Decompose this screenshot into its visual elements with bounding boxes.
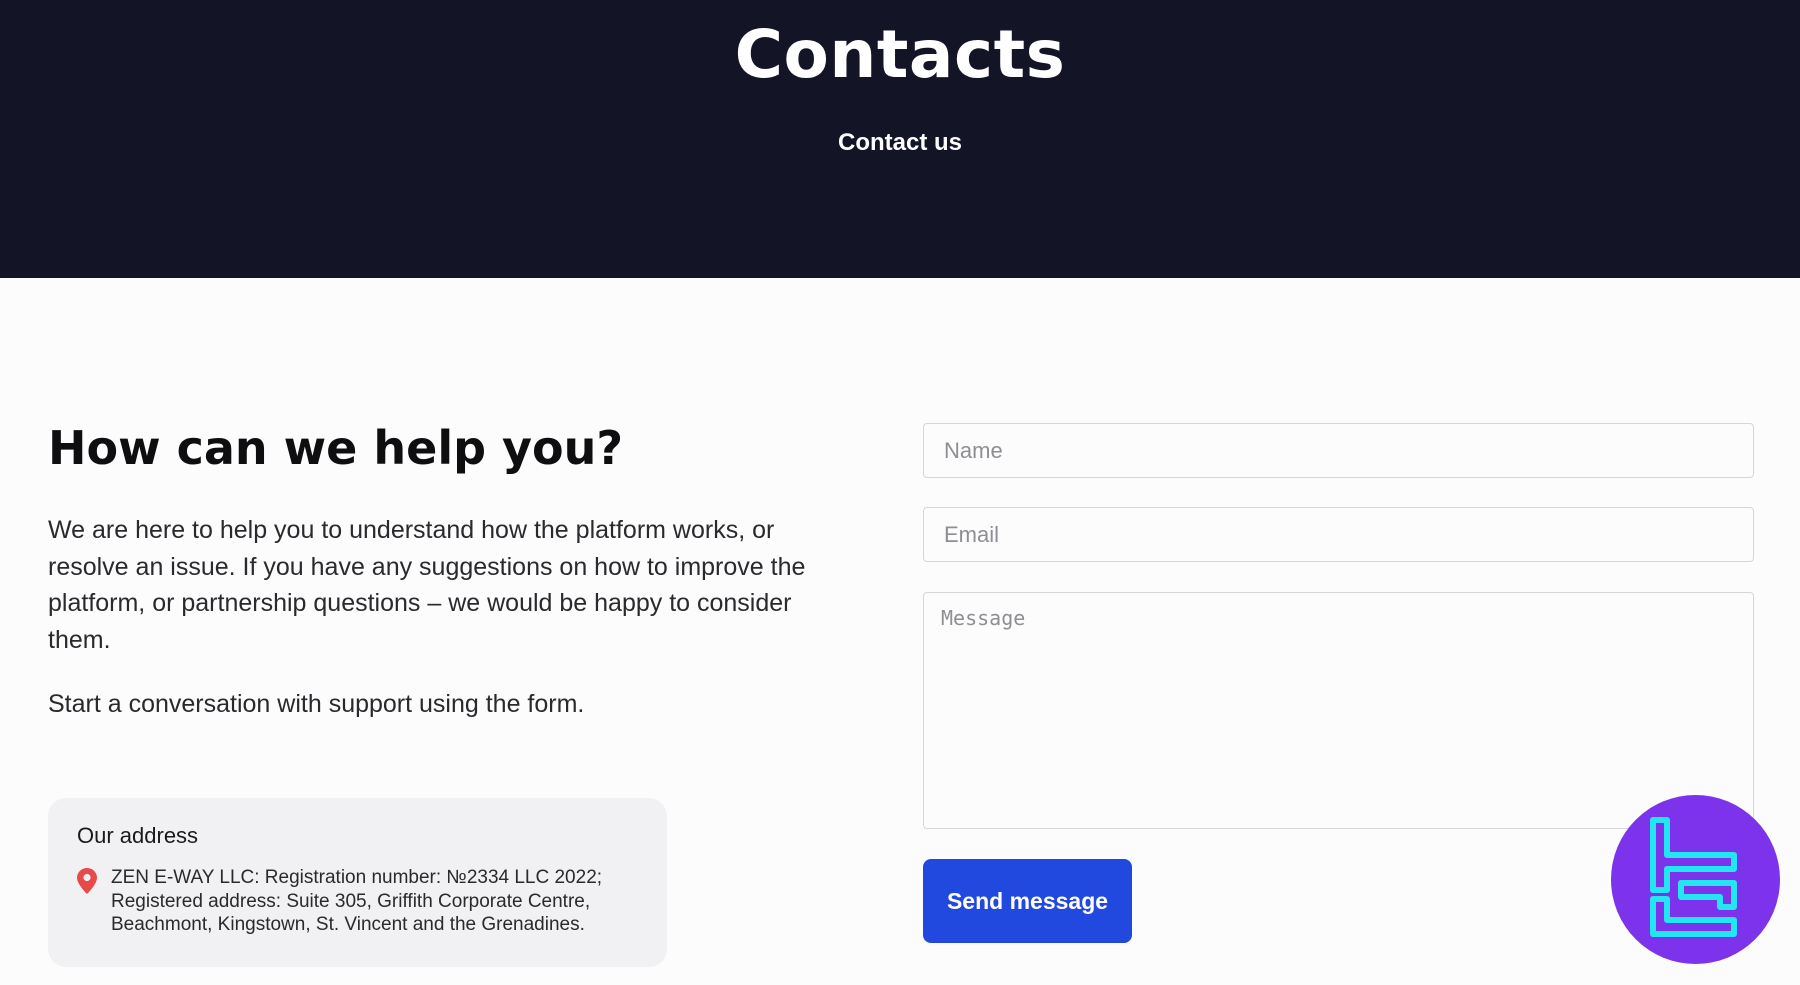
help-paragraph: We are here to help you to understand ho…: [48, 516, 806, 654]
address-card: Our address ZEN E-WAY LLC: Registration …: [48, 798, 667, 967]
email-placeholder: Email: [944, 522, 1000, 547]
name-placeholder: Name: [944, 438, 1003, 463]
address-text: ZEN E-WAY LLC: Registration number: №233…: [111, 867, 603, 935]
send-message-button[interactable]: Send message: [923, 859, 1132, 943]
help-section: How can we help you? We are here to help…: [48, 420, 848, 718]
brand-badge: [1611, 795, 1780, 964]
message-placeholder: Message: [941, 606, 1026, 630]
map-pin-icon: [77, 868, 97, 894]
page-title: Contacts: [734, 16, 1066, 93]
help-heading: How can we help you?: [48, 421, 624, 475]
page-subtitle: Contact us: [837, 129, 962, 156]
email-input[interactable]: Email: [923, 507, 1754, 562]
help-paragraph-form: Start a conversation with support using …: [48, 690, 585, 718]
tc-logo-icon: [1650, 817, 1737, 937]
name-input[interactable]: Name: [923, 423, 1754, 478]
address-title: Our address: [77, 823, 199, 848]
message-textarea[interactable]: Message: [923, 592, 1754, 829]
hero-banner: Contacts Contact us: [0, 0, 1800, 278]
